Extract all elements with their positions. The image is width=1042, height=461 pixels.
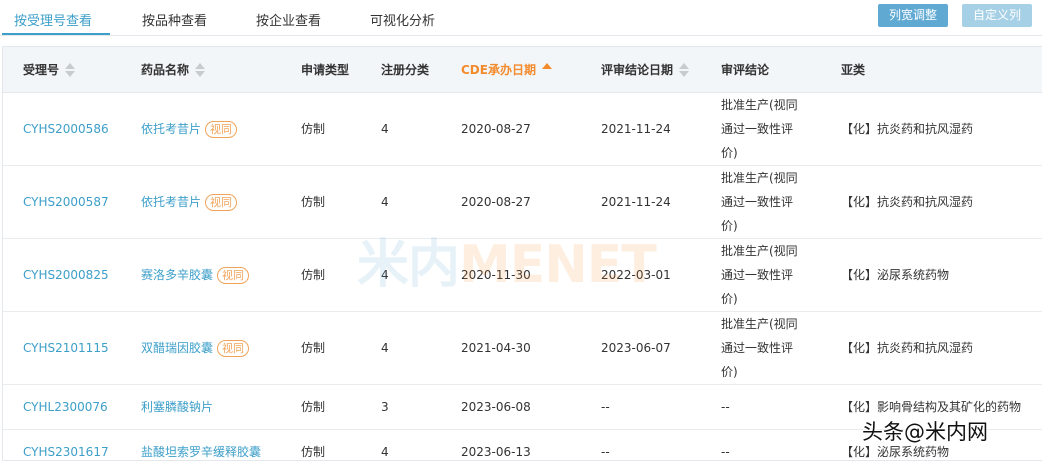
tab-by-variety[interactable]: 按品种查看	[142, 10, 207, 29]
active-tab-indicator	[2, 33, 110, 35]
cde-date-cell: 2023-06-13	[441, 429, 581, 460]
table-row: CYHS2101115 双醋瑞因胶囊 视同 仿制 4 2021-04-30 202…	[3, 311, 1042, 385]
sort-icon[interactable]	[195, 63, 206, 78]
review-conclusion-cell: 批准生产(视同通过一致性评价)	[701, 165, 821, 239]
sort-icon[interactable]	[679, 63, 690, 78]
subclass-cell: 【化】抗炎药和抗风湿药	[821, 92, 1042, 166]
registration-class-cell: 4	[361, 429, 441, 460]
column-header-registration-class: 注册分类	[361, 47, 441, 93]
registration-class-cell: 4	[361, 92, 441, 166]
subclass-cell: 【化】泌尿系统药物	[821, 238, 1042, 312]
column-header-cde-date[interactable]: CDE承办日期	[441, 47, 581, 93]
acceptance-number-link[interactable]: CYHS2000825	[3, 238, 121, 312]
drug-name-cell[interactable]: 双醋瑞因胶囊 视同	[121, 311, 281, 385]
cde-date-cell: 2023-06-08	[441, 384, 581, 430]
cde-date-cell: 2021-04-30	[441, 311, 581, 385]
review-date-cell: 2021-11-24	[581, 165, 701, 239]
sort-icon[interactable]	[65, 63, 76, 78]
registration-class-cell: 3	[361, 384, 441, 430]
drug-name-cell[interactable]: 依托考昔片 视同	[121, 92, 281, 166]
registration-class-cell: 4	[361, 311, 441, 385]
column-header-review-conclusion: 审评结论	[701, 47, 821, 93]
review-date-cell: --	[581, 429, 701, 460]
cde-date-cell: 2020-11-30	[441, 238, 581, 312]
results-table: 受理号 药品名称 申请类型 注册分类 CDE承办日期 评审结论日期 审评结论 亚…	[2, 46, 1042, 461]
subclass-cell: 【化】抗炎药和抗风湿药	[821, 165, 1042, 239]
acceptance-number-link[interactable]: CYHS2000586	[3, 92, 121, 166]
drug-name-link[interactable]: 盐酸坦索罗辛缓释胶囊	[141, 445, 261, 459]
tab-by-company[interactable]: 按企业查看	[256, 10, 321, 29]
application-type-cell: 仿制	[281, 165, 361, 239]
review-date-cell: --	[581, 384, 701, 430]
table-row: CYHS2000587 依托考昔片 视同 仿制 4 2020-08-27 2021…	[3, 165, 1042, 239]
table-row: CYHS2000825 赛洛多辛胶囊 视同 仿制 4 2020-11-30 202…	[3, 238, 1042, 312]
review-date-cell: 2023-06-07	[581, 311, 701, 385]
drug-name-link[interactable]: 赛洛多辛胶囊	[141, 268, 213, 282]
top-bar: 按受理号查看 按品种查看 按企业查看 可视化分析 列宽调整 自定义列	[0, 0, 1042, 36]
equivalence-tag: 视同	[205, 193, 238, 211]
review-conclusion-cell: --	[701, 384, 821, 430]
toutiao-watermark: 头条@米内网	[862, 420, 988, 444]
acceptance-number-link[interactable]: CYHS2101115	[3, 311, 121, 385]
drug-name-cell[interactable]: 依托考昔片 视同	[121, 165, 281, 239]
table-header-row: 受理号 药品名称 申请类型 注册分类 CDE承办日期 评审结论日期 审评结论 亚…	[3, 47, 1042, 93]
equivalence-tag: 视同	[205, 120, 238, 138]
application-type-cell: 仿制	[281, 92, 361, 166]
application-type-cell: 仿制	[281, 429, 361, 460]
cde-date-cell: 2020-08-27	[441, 92, 581, 166]
cde-date-cell: 2020-08-27	[441, 165, 581, 239]
custom-columns-button[interactable]: 自定义列	[962, 4, 1033, 27]
column-header-review-date[interactable]: 评审结论日期	[581, 47, 701, 93]
review-conclusion-cell: 批准生产(视同通过一致性评价)	[701, 92, 821, 166]
column-header-drug-name[interactable]: 药品名称	[121, 47, 281, 93]
drug-name-link[interactable]: 依托考昔片	[141, 195, 201, 209]
column-header-acceptance-number[interactable]: 受理号	[3, 47, 121, 93]
review-conclusion-cell: 批准生产(视同通过一致性评价)	[701, 238, 821, 312]
registration-class-cell: 4	[361, 238, 441, 312]
application-type-cell: 仿制	[281, 384, 361, 430]
drug-name-link[interactable]: 双醋瑞因胶囊	[141, 341, 213, 355]
equivalence-tag: 视同	[217, 339, 250, 357]
equivalence-tag: 视同	[217, 266, 250, 284]
review-date-cell: 2021-11-24	[581, 92, 701, 166]
review-date-cell: 2022-03-01	[581, 238, 701, 312]
drug-name-link[interactable]: 依托考昔片	[141, 122, 201, 136]
subclass-cell: 【化】抗炎药和抗风湿药	[821, 311, 1042, 385]
acceptance-number-link[interactable]: CYHL2300076	[3, 384, 121, 430]
sort-asc-icon[interactable]	[541, 63, 552, 77]
acceptance-number-link[interactable]: CYHS2301617	[3, 429, 121, 460]
drug-name-cell[interactable]: 盐酸坦索罗辛缓释胶囊	[121, 429, 281, 460]
review-conclusion-cell: 批准生产(视同通过一致性评价)	[701, 311, 821, 385]
review-conclusion-cell: --	[701, 429, 821, 460]
drug-name-link[interactable]: 利塞膦酸钠片	[141, 400, 213, 414]
drug-name-cell[interactable]: 利塞膦酸钠片	[121, 384, 281, 430]
application-type-cell: 仿制	[281, 311, 361, 385]
column-header-subclass: 亚类	[821, 47, 1042, 93]
table-row: CYHS2000586 依托考昔片 视同 仿制 4 2020-08-27 2021…	[3, 92, 1042, 166]
column-width-button[interactable]: 列宽调整	[878, 4, 949, 27]
acceptance-number-link[interactable]: CYHS2000587	[3, 165, 121, 239]
drug-name-cell[interactable]: 赛洛多辛胶囊 视同	[121, 238, 281, 312]
application-type-cell: 仿制	[281, 238, 361, 312]
registration-class-cell: 4	[361, 165, 441, 239]
tab-visual-analysis[interactable]: 可视化分析	[370, 10, 435, 29]
column-header-application-type: 申请类型	[281, 47, 361, 93]
tab-by-acceptance-number[interactable]: 按受理号查看	[14, 10, 92, 29]
